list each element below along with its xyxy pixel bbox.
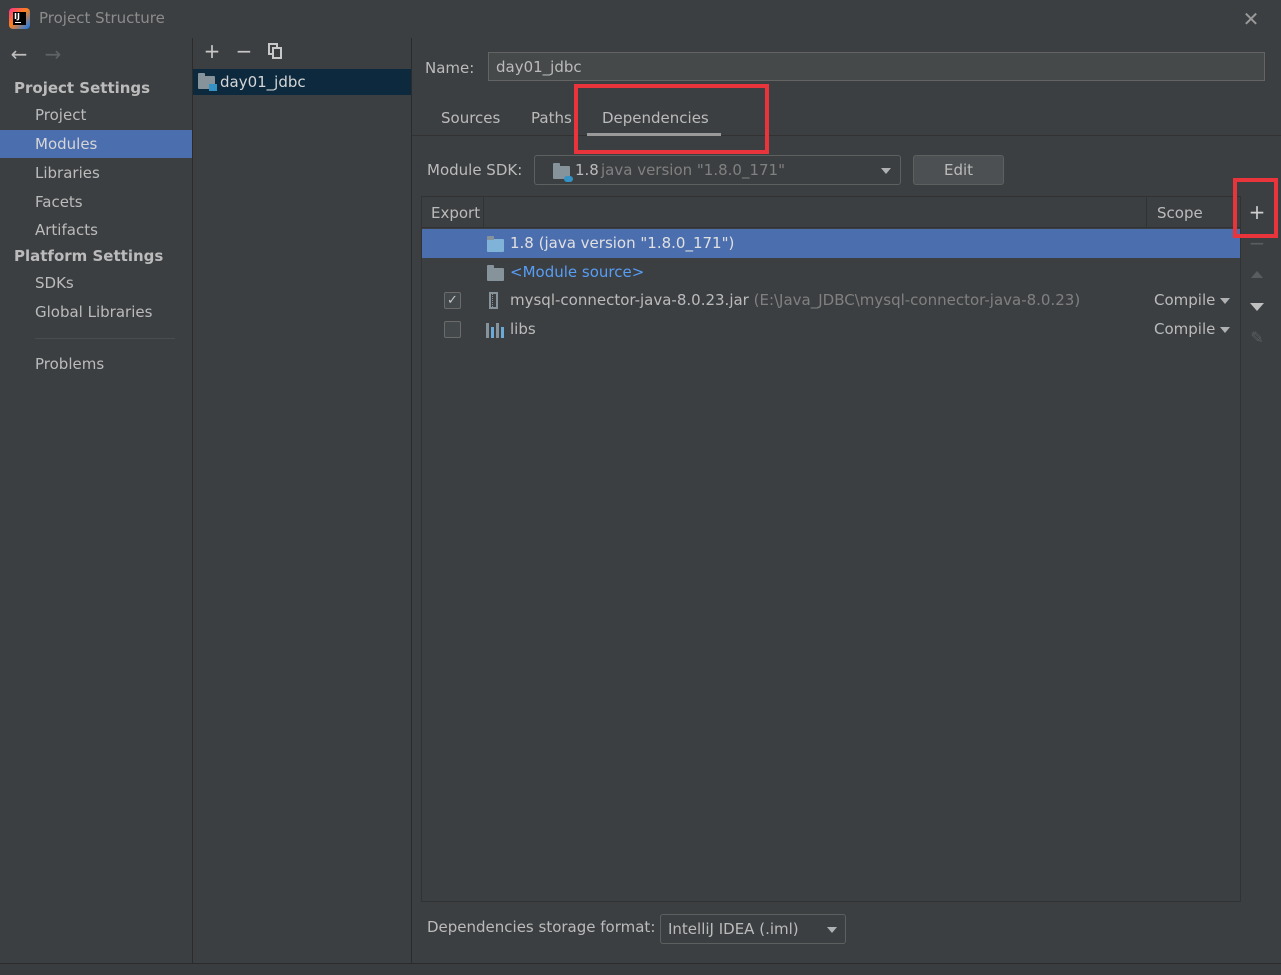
module-settings-pane: Name: Sources Paths Dependencies Module … — [412, 38, 1281, 963]
storage-format-value: IntelliJ IDEA (.iml) — [668, 920, 799, 938]
library-icon — [486, 323, 504, 338]
forward-arrow-icon[interactable]: → — [42, 43, 64, 65]
move-down-icon[interactable] — [1246, 295, 1268, 317]
sdk-folder-icon — [553, 163, 573, 182]
tab-paths[interactable]: Paths — [531, 109, 572, 127]
scope-value: Compile — [1154, 320, 1216, 338]
table-row-jdk[interactable]: 1.8 (java version "1.8.0_171") — [422, 229, 1240, 258]
project-settings-header: Project Settings — [14, 79, 151, 97]
platform-settings-header: Platform Settings — [14, 247, 164, 265]
dropdown-arrow-icon — [1220, 327, 1230, 333]
module-item-label: day01_jdbc — [220, 73, 306, 91]
dependencies-table: Export Scope 1.8 (java version "1.8.0_17… — [421, 196, 1241, 902]
table-row-module-source[interactable]: <Module source> — [422, 258, 1240, 287]
title-bar: IJ Project Structure ✕ — [0, 0, 1281, 38]
module-sdk-label: Module SDK: — [427, 161, 523, 179]
jar-icon — [489, 292, 498, 309]
settings-sidebar: ← → Project Settings Project Modules Lib… — [0, 38, 192, 963]
module-tabs: Sources Paths Dependencies — [412, 100, 1281, 136]
window-title: Project Structure — [39, 9, 165, 27]
table-row-libs[interactable]: libs Compile — [422, 315, 1240, 344]
sidebar-item-facets[interactable]: Facets — [0, 188, 192, 216]
scope-dropdown[interactable]: Compile — [1154, 320, 1230, 338]
table-header: Export Scope — [422, 197, 1240, 228]
dependency-name: <Module source> — [510, 263, 645, 281]
tab-sources[interactable]: Sources — [441, 109, 500, 127]
scope-dropdown[interactable]: Compile — [1154, 291, 1230, 309]
export-checkbox[interactable]: ✓ — [444, 292, 461, 309]
module-sdk-select[interactable]: 1.8 java version "1.8.0_171" — [534, 155, 901, 185]
copy-module-icon[interactable] — [265, 40, 287, 62]
add-module-icon[interactable]: + — [201, 40, 223, 62]
dependency-name: 1.8 (java version "1.8.0_171") — [510, 234, 735, 252]
dependency-name: libs — [510, 320, 536, 338]
edit-dependency-icon[interactable]: ✎ — [1246, 327, 1268, 349]
nav-arrows: ← → — [8, 43, 64, 65]
column-divider — [1146, 197, 1147, 228]
highlight-add-button — [1233, 178, 1278, 238]
module-name-field[interactable] — [488, 52, 1265, 81]
export-column-header[interactable]: Export — [431, 204, 480, 222]
move-up-icon[interactable] — [1246, 263, 1268, 285]
dependency-name: mysql-connector-java-8.0.23.jar — [510, 291, 749, 309]
storage-format-select[interactable]: IntelliJ IDEA (.iml) — [660, 914, 846, 944]
name-label: Name: — [425, 59, 475, 77]
module-toolbar: + − — [201, 40, 287, 62]
sidebar-item-artifacts[interactable]: Artifacts — [0, 216, 192, 244]
intellij-logo-icon: IJ — [9, 8, 30, 29]
back-arrow-icon[interactable]: ← — [8, 43, 30, 65]
close-icon[interactable]: ✕ — [1238, 6, 1264, 32]
status-bar — [0, 963, 1281, 975]
jdk-folder-icon — [487, 236, 504, 252]
sidebar-divider — [35, 338, 175, 339]
module-folder-icon — [198, 73, 217, 91]
remove-module-icon[interactable]: − — [233, 40, 255, 62]
sidebar-item-problems[interactable]: Problems — [0, 350, 192, 378]
sidebar-item-project[interactable]: Project — [0, 101, 192, 129]
column-divider — [483, 197, 484, 228]
sidebar-item-sdks[interactable]: SDKs — [0, 269, 192, 297]
dependency-label: mysql-connector-java-8.0.23.jar (E:\Java… — [510, 291, 1080, 309]
sdk-description: java version "1.8.0_171" — [601, 161, 785, 179]
dropdown-arrow-icon — [827, 927, 837, 933]
module-item-day01-jdbc[interactable]: day01_jdbc — [193, 69, 411, 95]
source-folder-icon — [487, 265, 504, 281]
dependency-path: (E:\Java_JDBC\mysql-connector-java-8.0.2… — [753, 291, 1081, 309]
scope-column-header[interactable]: Scope — [1157, 204, 1203, 222]
sdk-version: 1.8 — [575, 161, 599, 179]
sidebar-item-modules[interactable]: Modules — [0, 130, 192, 158]
sidebar-item-global-libraries[interactable]: Global Libraries — [0, 298, 192, 326]
highlight-dependencies-tab — [574, 84, 769, 154]
storage-format-label: Dependencies storage format: — [427, 918, 656, 936]
export-checkbox[interactable] — [444, 321, 461, 338]
dropdown-arrow-icon — [881, 168, 891, 174]
table-row-mysql-connector[interactable]: ✓ mysql-connector-java-8.0.23.jar (E:\Ja… — [422, 286, 1240, 315]
module-list-pane: + − day01_jdbc — [193, 38, 411, 963]
sidebar-item-libraries[interactable]: Libraries — [0, 159, 192, 187]
dropdown-arrow-icon — [1220, 298, 1230, 304]
edit-sdk-button[interactable]: Edit — [913, 155, 1004, 185]
scope-value: Compile — [1154, 291, 1216, 309]
